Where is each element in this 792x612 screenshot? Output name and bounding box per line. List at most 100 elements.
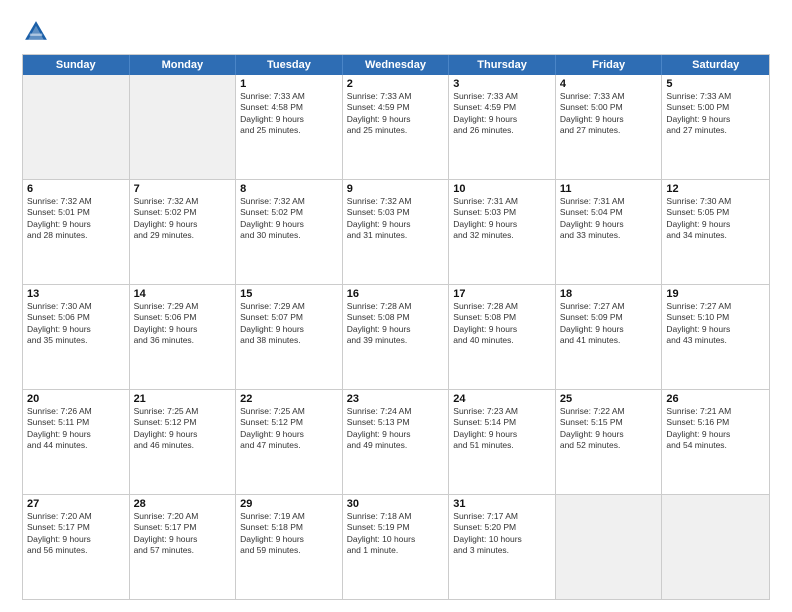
day-info: Sunrise: 7:18 AM Sunset: 5:19 PM Dayligh… [347,511,445,557]
calendar-cell: 11Sunrise: 7:31 AM Sunset: 5:04 PM Dayli… [556,180,663,284]
day-number: 15 [240,288,338,300]
day-info: Sunrise: 7:17 AM Sunset: 5:20 PM Dayligh… [453,511,551,557]
day-number: 25 [560,393,658,405]
day-info: Sunrise: 7:33 AM Sunset: 4:59 PM Dayligh… [347,91,445,137]
day-number: 28 [134,498,232,510]
day-number: 4 [560,78,658,90]
calendar-row: 20Sunrise: 7:26 AM Sunset: 5:11 PM Dayli… [23,389,769,494]
calendar-cell: 7Sunrise: 7:32 AM Sunset: 5:02 PM Daylig… [130,180,237,284]
logo-icon [22,18,50,46]
day-info: Sunrise: 7:25 AM Sunset: 5:12 PM Dayligh… [240,406,338,452]
day-info: Sunrise: 7:23 AM Sunset: 5:14 PM Dayligh… [453,406,551,452]
day-info: Sunrise: 7:30 AM Sunset: 5:06 PM Dayligh… [27,301,125,347]
calendar-cell: 22Sunrise: 7:25 AM Sunset: 5:12 PM Dayli… [236,390,343,494]
day-number: 29 [240,498,338,510]
day-number: 22 [240,393,338,405]
calendar-cell: 6Sunrise: 7:32 AM Sunset: 5:01 PM Daylig… [23,180,130,284]
day-info: Sunrise: 7:28 AM Sunset: 5:08 PM Dayligh… [453,301,551,347]
day-number: 23 [347,393,445,405]
day-number: 17 [453,288,551,300]
day-number: 13 [27,288,125,300]
calendar-cell: 24Sunrise: 7:23 AM Sunset: 5:14 PM Dayli… [449,390,556,494]
day-info: Sunrise: 7:25 AM Sunset: 5:12 PM Dayligh… [134,406,232,452]
day-number: 26 [666,393,765,405]
calendar-cell [556,495,663,599]
calendar-cell: 15Sunrise: 7:29 AM Sunset: 5:07 PM Dayli… [236,285,343,389]
weekday-header: Saturday [662,55,769,75]
day-number: 10 [453,183,551,195]
calendar-cell: 1Sunrise: 7:33 AM Sunset: 4:58 PM Daylig… [236,75,343,179]
calendar-row: 6Sunrise: 7:32 AM Sunset: 5:01 PM Daylig… [23,179,769,284]
day-number: 3 [453,78,551,90]
calendar: SundayMondayTuesdayWednesdayThursdayFrid… [22,54,770,600]
day-info: Sunrise: 7:26 AM Sunset: 5:11 PM Dayligh… [27,406,125,452]
calendar-header: SundayMondayTuesdayWednesdayThursdayFrid… [23,55,769,75]
day-number: 16 [347,288,445,300]
calendar-cell: 16Sunrise: 7:28 AM Sunset: 5:08 PM Dayli… [343,285,450,389]
calendar-cell: 3Sunrise: 7:33 AM Sunset: 4:59 PM Daylig… [449,75,556,179]
calendar-cell [662,495,769,599]
day-info: Sunrise: 7:33 AM Sunset: 4:58 PM Dayligh… [240,91,338,137]
weekday-header: Monday [130,55,237,75]
day-info: Sunrise: 7:33 AM Sunset: 5:00 PM Dayligh… [666,91,765,137]
day-info: Sunrise: 7:32 AM Sunset: 5:01 PM Dayligh… [27,196,125,242]
calendar-cell: 9Sunrise: 7:32 AM Sunset: 5:03 PM Daylig… [343,180,450,284]
calendar-cell: 13Sunrise: 7:30 AM Sunset: 5:06 PM Dayli… [23,285,130,389]
day-info: Sunrise: 7:30 AM Sunset: 5:05 PM Dayligh… [666,196,765,242]
day-info: Sunrise: 7:33 AM Sunset: 4:59 PM Dayligh… [453,91,551,137]
day-info: Sunrise: 7:33 AM Sunset: 5:00 PM Dayligh… [560,91,658,137]
day-info: Sunrise: 7:32 AM Sunset: 5:02 PM Dayligh… [240,196,338,242]
day-number: 12 [666,183,765,195]
weekday-header: Wednesday [343,55,450,75]
logo [22,18,54,46]
day-info: Sunrise: 7:20 AM Sunset: 5:17 PM Dayligh… [27,511,125,557]
calendar-row: 13Sunrise: 7:30 AM Sunset: 5:06 PM Dayli… [23,284,769,389]
day-number: 24 [453,393,551,405]
calendar-cell [130,75,237,179]
day-info: Sunrise: 7:32 AM Sunset: 5:03 PM Dayligh… [347,196,445,242]
calendar-body: 1Sunrise: 7:33 AM Sunset: 4:58 PM Daylig… [23,75,769,599]
day-info: Sunrise: 7:31 AM Sunset: 5:03 PM Dayligh… [453,196,551,242]
calendar-cell: 26Sunrise: 7:21 AM Sunset: 5:16 PM Dayli… [662,390,769,494]
weekday-header: Sunday [23,55,130,75]
header [22,18,770,46]
day-info: Sunrise: 7:27 AM Sunset: 5:09 PM Dayligh… [560,301,658,347]
day-info: Sunrise: 7:31 AM Sunset: 5:04 PM Dayligh… [560,196,658,242]
day-number: 6 [27,183,125,195]
day-info: Sunrise: 7:19 AM Sunset: 5:18 PM Dayligh… [240,511,338,557]
day-number: 2 [347,78,445,90]
weekday-header: Thursday [449,55,556,75]
day-number: 14 [134,288,232,300]
calendar-row: 27Sunrise: 7:20 AM Sunset: 5:17 PM Dayli… [23,494,769,599]
weekday-header: Friday [556,55,663,75]
calendar-cell: 2Sunrise: 7:33 AM Sunset: 4:59 PM Daylig… [343,75,450,179]
calendar-cell: 4Sunrise: 7:33 AM Sunset: 5:00 PM Daylig… [556,75,663,179]
calendar-cell: 23Sunrise: 7:24 AM Sunset: 5:13 PM Dayli… [343,390,450,494]
calendar-cell: 29Sunrise: 7:19 AM Sunset: 5:18 PM Dayli… [236,495,343,599]
calendar-cell: 12Sunrise: 7:30 AM Sunset: 5:05 PM Dayli… [662,180,769,284]
calendar-cell: 5Sunrise: 7:33 AM Sunset: 5:00 PM Daylig… [662,75,769,179]
day-info: Sunrise: 7:21 AM Sunset: 5:16 PM Dayligh… [666,406,765,452]
day-info: Sunrise: 7:29 AM Sunset: 5:07 PM Dayligh… [240,301,338,347]
day-number: 31 [453,498,551,510]
day-info: Sunrise: 7:20 AM Sunset: 5:17 PM Dayligh… [134,511,232,557]
calendar-cell: 27Sunrise: 7:20 AM Sunset: 5:17 PM Dayli… [23,495,130,599]
day-number: 20 [27,393,125,405]
weekday-header: Tuesday [236,55,343,75]
calendar-cell: 19Sunrise: 7:27 AM Sunset: 5:10 PM Dayli… [662,285,769,389]
calendar-cell: 20Sunrise: 7:26 AM Sunset: 5:11 PM Dayli… [23,390,130,494]
calendar-cell: 30Sunrise: 7:18 AM Sunset: 5:19 PM Dayli… [343,495,450,599]
calendar-cell: 17Sunrise: 7:28 AM Sunset: 5:08 PM Dayli… [449,285,556,389]
day-number: 19 [666,288,765,300]
calendar-cell: 21Sunrise: 7:25 AM Sunset: 5:12 PM Dayli… [130,390,237,494]
day-info: Sunrise: 7:24 AM Sunset: 5:13 PM Dayligh… [347,406,445,452]
day-number: 18 [560,288,658,300]
day-number: 9 [347,183,445,195]
day-number: 30 [347,498,445,510]
calendar-cell: 18Sunrise: 7:27 AM Sunset: 5:09 PM Dayli… [556,285,663,389]
day-number: 11 [560,183,658,195]
calendar-row: 1Sunrise: 7:33 AM Sunset: 4:58 PM Daylig… [23,75,769,179]
day-info: Sunrise: 7:27 AM Sunset: 5:10 PM Dayligh… [666,301,765,347]
calendar-cell: 10Sunrise: 7:31 AM Sunset: 5:03 PM Dayli… [449,180,556,284]
day-info: Sunrise: 7:29 AM Sunset: 5:06 PM Dayligh… [134,301,232,347]
